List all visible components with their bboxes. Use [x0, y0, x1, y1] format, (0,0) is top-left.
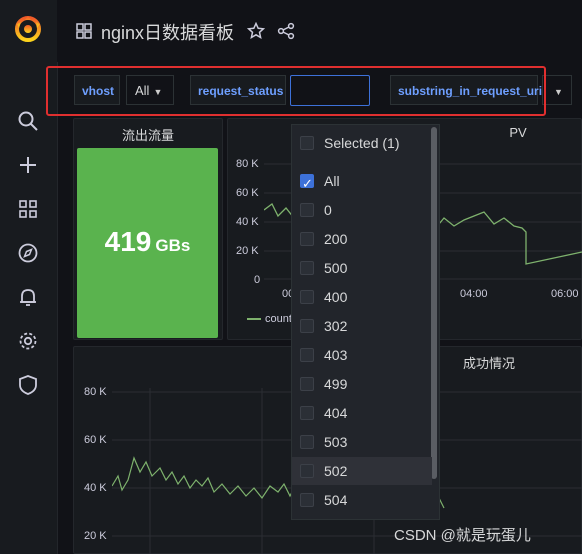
dashboard-title[interactable]: nginx日数据看板 [101, 19, 234, 45]
substring-select[interactable]: ▼ [542, 75, 572, 105]
dropdown-option[interactable]: 502 [292, 457, 432, 485]
dropdown-option-label: 0 [324, 202, 332, 218]
status-title: 成功情况 [462, 356, 515, 371]
dropdown-option-label: All [324, 173, 340, 189]
dropdown-option[interactable]: 302 [292, 312, 432, 340]
dropdown-option-label: 503 [324, 434, 348, 450]
dropdown-option[interactable]: 499 [292, 370, 432, 398]
outflow-stat: 419 GBs [77, 148, 218, 338]
outflow-unit: GBs [155, 236, 191, 255]
search-icon[interactable] [17, 110, 39, 132]
dropdown-header-label: Selected (1) [324, 135, 400, 151]
dropdown-option-label: 403 [324, 347, 348, 363]
variables-highlight [46, 66, 546, 116]
plus-icon[interactable] [17, 154, 39, 176]
shield-icon[interactable] [17, 374, 39, 396]
dropdown-option[interactable]: 403 [292, 341, 432, 369]
dashboards-icon[interactable] [17, 198, 39, 220]
dropdown-option-label: 500 [324, 260, 348, 276]
settings-icon[interactable] [17, 330, 39, 352]
checkbox[interactable] [300, 348, 314, 362]
dropdown-option[interactable]: 504 [292, 486, 432, 514]
checkbox[interactable] [300, 232, 314, 246]
outflow-title: 流出流量 [121, 128, 174, 143]
dashboard-grid-icon [75, 22, 93, 40]
dropdown-option-label: 200 [324, 231, 348, 247]
grafana-logo-icon[interactable] [13, 14, 43, 44]
pv-x-tick: 06:00 [551, 288, 579, 300]
dropdown-option[interactable]: 500 [292, 254, 432, 282]
dropdown-option[interactable]: 200 [292, 225, 432, 253]
checkbox[interactable] [300, 464, 314, 478]
checkbox[interactable] [300, 435, 314, 449]
pv-title: PV [509, 125, 527, 140]
checkbox[interactable] [300, 377, 314, 391]
watermark: CSDN @就是玩蛋儿 [394, 527, 531, 544]
pv-x-tick: 04:00 [460, 288, 488, 300]
alerting-icon[interactable] [17, 286, 39, 308]
pv-y-tick: 40 K [236, 216, 259, 228]
chevron-down-icon: ▼ [554, 87, 563, 97]
dropdown-option[interactable]: 400 [292, 283, 432, 311]
dropdown-option[interactable]: 404 [292, 399, 432, 427]
pv-legend[interactable]: count [247, 313, 292, 325]
status-y-tick: 60 K [84, 434, 107, 446]
top-bar: nginx日数据看板 [57, 0, 582, 62]
checkbox-checked[interactable] [300, 170, 314, 198]
legend-swatch [247, 318, 261, 321]
dropdown-option[interactable]: 503 [292, 428, 432, 456]
dropdown-option-label: 302 [324, 318, 348, 334]
status-y-tick: 20 K [84, 530, 107, 542]
checkbox[interactable] [300, 290, 314, 304]
dropdown-option-label: 502 [324, 463, 348, 479]
status-y-tick: 40 K [84, 482, 107, 494]
pv-y-tick: 20 K [236, 245, 259, 257]
dropdown-option-label: 504 [324, 492, 348, 508]
checkbox[interactable] [300, 493, 314, 507]
status-series-line [112, 456, 295, 500]
dropdown-option[interactable]: 0 [292, 196, 432, 224]
dropdown-option-label: 404 [324, 405, 348, 421]
pv-y-tick: 80 K [236, 158, 259, 170]
pv-y-tick: 60 K [236, 187, 259, 199]
status-y-tick: 80 K [84, 386, 107, 398]
checkbox[interactable] [300, 319, 314, 333]
checkbox[interactable] [300, 406, 314, 420]
pv-y-tick: 0 [254, 274, 261, 286]
request-status-dropdown[interactable]: Selected (1) All 0 200 500 400 302 403 499 404 50… [291, 124, 440, 520]
pv-legend-label: count [265, 313, 292, 325]
star-icon[interactable] [246, 21, 266, 40]
checkbox[interactable] [300, 136, 314, 150]
checkbox[interactable] [300, 261, 314, 275]
explore-icon[interactable] [17, 242, 39, 264]
outflow-value: 419 [104, 226, 152, 257]
share-icon[interactable] [277, 22, 295, 40]
checkbox[interactable] [300, 203, 314, 217]
dropdown-selected-header[interactable]: Selected (1) [292, 129, 432, 157]
dropdown-option-label: 400 [324, 289, 348, 305]
dropdown-option-label: 499 [324, 376, 348, 392]
dropdown-option[interactable]: All [292, 167, 432, 198]
